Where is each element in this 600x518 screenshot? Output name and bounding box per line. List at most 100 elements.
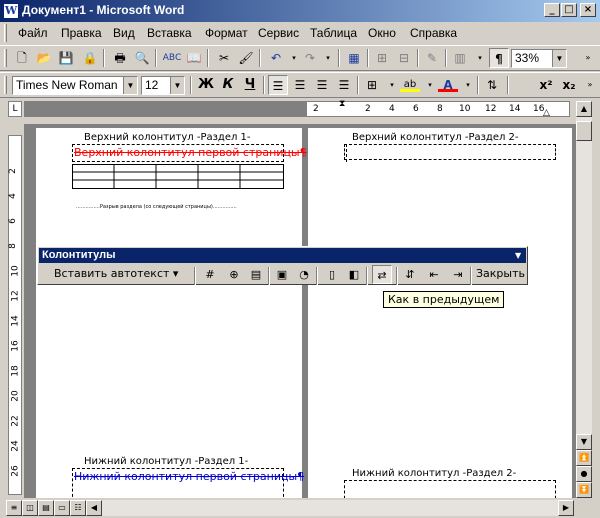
menu-view[interactable]: Вид (113, 26, 135, 40)
word-app-icon[interactable]: W (3, 3, 19, 19)
print-icon[interactable]: 🖶 (110, 48, 130, 68)
select-browse-object-icon[interactable]: ● (576, 466, 592, 482)
merge-cells-icon[interactable]: ⊟ (394, 48, 414, 68)
research-icon[interactable]: 📖 (184, 48, 204, 68)
scroll-down-icon[interactable]: ▼ (576, 434, 592, 450)
justify-icon[interactable]: ☰ (334, 75, 354, 95)
toolbar-grip[interactable] (4, 49, 7, 67)
chevron-down-icon[interactable]: ▼ (170, 77, 184, 94)
scroll-left-icon[interactable]: ◀ (86, 500, 102, 516)
format-page-number-icon[interactable]: ▤ (246, 265, 266, 284)
superscript-button[interactable]: x² (536, 75, 556, 95)
font-size-combo[interactable]: 12 ▼ (141, 76, 185, 95)
menu-help[interactable]: Справка (410, 26, 457, 40)
right-indent-marker-icon[interactable]: △ (543, 108, 550, 118)
open-folder-icon[interactable]: 📂 (34, 48, 54, 68)
menu-tools[interactable]: Сервис (258, 26, 299, 40)
split-cells-icon[interactable]: ⊞ (372, 48, 392, 68)
subscript-button[interactable]: x₂ (559, 75, 579, 95)
zoom-combo[interactable]: 33% ▼ (511, 49, 567, 68)
columns-icon[interactable]: ▥ (450, 48, 470, 68)
menu-grip[interactable] (4, 24, 7, 42)
italic-button[interactable]: К (218, 75, 238, 95)
toolbar-options-icon[interactable]: ▼ (515, 248, 521, 263)
vertical-scrollbar[interactable]: ▲ ▼ ⏫ ● ⏬ (576, 101, 592, 498)
page-setup-icon[interactable]: ▯ (322, 265, 342, 284)
toolbar-grip[interactable] (4, 76, 7, 94)
toolbar-title[interactable]: Колонтитулы (39, 248, 526, 263)
highlight-button[interactable]: ab (400, 75, 420, 92)
next-page-icon[interactable]: ⏬ (576, 482, 592, 498)
insert-date-icon[interactable]: ▣ (272, 265, 292, 284)
horizontal-ruler[interactable]: 2 2 4 6 8 10 12 14 16 ⧗ △ (306, 99, 570, 118)
maximize-button[interactable]: □ (561, 3, 577, 17)
tab-selector-button[interactable]: L (8, 101, 22, 117)
toolbar-options-icon[interactable]: » (580, 75, 600, 95)
scroll-thumb[interactable] (576, 121, 592, 141)
menu-file[interactable]: Файл (18, 26, 48, 40)
show-previous-icon[interactable]: ⇤ (424, 265, 444, 284)
page-2[interactable]: Верхний колонтитул -Раздел 2- Нижний кол… (308, 128, 572, 498)
bold-button[interactable]: Ж (196, 75, 216, 95)
insert-autotext-button[interactable]: Вставить автотекст ▾ (54, 267, 178, 280)
print-preview-icon[interactable]: 🔍 (132, 48, 152, 68)
highlight-dropdown-icon[interactable]: ▾ (420, 75, 440, 95)
underline-button[interactable]: Ч (240, 75, 260, 95)
show-hide-text-icon[interactable]: ◧ (344, 265, 364, 284)
show-marks-button[interactable]: ¶ (489, 48, 509, 68)
menu-format[interactable]: Формат (205, 26, 248, 40)
toolbar-options-icon[interactable]: » (578, 48, 598, 68)
footer-area[interactable]: Нижний колонтитул первой страницы¶ (72, 468, 304, 498)
minimize-button[interactable]: _ (544, 3, 560, 17)
align-right-icon[interactable]: ☰ (312, 75, 332, 95)
link-to-previous-button[interactable]: ⇄ (372, 265, 392, 284)
insert-table-icon[interactable]: ▦ (344, 48, 364, 68)
header-area-2[interactable] (344, 144, 556, 160)
draw-table-icon[interactable]: ✎ (422, 48, 442, 68)
save-icon[interactable]: 💾 (56, 48, 76, 68)
indent-marker-icon[interactable]: ⧗ (339, 99, 345, 109)
insert-page-number-icon[interactable]: # (200, 265, 220, 284)
new-document-icon[interactable]: 🗋 (12, 48, 32, 68)
table[interactable] (72, 164, 284, 189)
spelling-icon[interactable]: ABC (162, 48, 182, 68)
columns-dropdown-icon[interactable]: ▾ (470, 48, 490, 68)
page-1[interactable]: Верхний колонтитул -Раздел 1- Верхний ко… (36, 128, 307, 498)
insert-page-count-icon[interactable]: ⊕ (224, 265, 244, 284)
insert-time-icon[interactable]: ◔ (294, 265, 314, 284)
cut-icon[interactable]: ✂ (214, 48, 234, 68)
show-next-icon[interactable]: ⇥ (448, 265, 468, 284)
scroll-right-icon[interactable]: ▶ (558, 500, 574, 516)
close-header-footer-button[interactable]: Закрыть (476, 267, 525, 280)
menu-edit[interactable]: Правка (61, 26, 102, 40)
vertical-ruler[interactable]: 2 4 6 8 10 12 14 16 18 20 22 24 26 (8, 135, 22, 495)
text-direction-icon[interactable]: ⇅ (482, 75, 502, 95)
outline-view-icon[interactable]: ☷ (70, 500, 86, 516)
font-color-dropdown-icon[interactable]: ▾ (458, 75, 478, 95)
web-layout-icon[interactable]: ◫ (22, 500, 38, 516)
header-area[interactable]: Верхний колонтитул первой страницы¶ (72, 144, 307, 162)
scroll-up-icon[interactable]: ▲ (576, 101, 592, 117)
format-painter-icon[interactable]: 🖌 (236, 48, 256, 68)
align-center-icon[interactable]: ☰ (290, 75, 310, 95)
menu-table[interactable]: Таблица (310, 26, 357, 40)
normal-view-icon[interactable]: ≡ (6, 500, 22, 516)
undo-icon[interactable]: ↶ (266, 48, 286, 68)
font-color-button[interactable]: A (438, 75, 458, 92)
align-left-icon[interactable]: ☰ (268, 75, 288, 95)
permission-icon[interactable]: 🔒 (80, 48, 100, 68)
chevron-down-icon[interactable]: ▼ (123, 77, 137, 94)
redo-icon[interactable]: ↷ (300, 48, 320, 68)
reading-layout-icon[interactable]: ▭ (54, 500, 70, 516)
menu-window[interactable]: Окно (368, 26, 396, 40)
font-combo[interactable]: Times New Roman ▼ (12, 76, 138, 95)
borders-dropdown-icon[interactable]: ▾ (382, 75, 402, 95)
previous-page-icon[interactable]: ⏫ (576, 450, 592, 466)
switch-header-footer-icon[interactable]: ⇵ (400, 265, 420, 284)
h-scroll-track[interactable] (102, 500, 558, 516)
redo-dropdown-icon[interactable]: ▾ (318, 48, 338, 68)
footer-area-2[interactable] (344, 480, 556, 498)
borders-icon[interactable]: ⊞ (362, 75, 382, 95)
close-button[interactable]: × (580, 3, 596, 17)
chevron-down-icon[interactable]: ▼ (552, 50, 566, 67)
